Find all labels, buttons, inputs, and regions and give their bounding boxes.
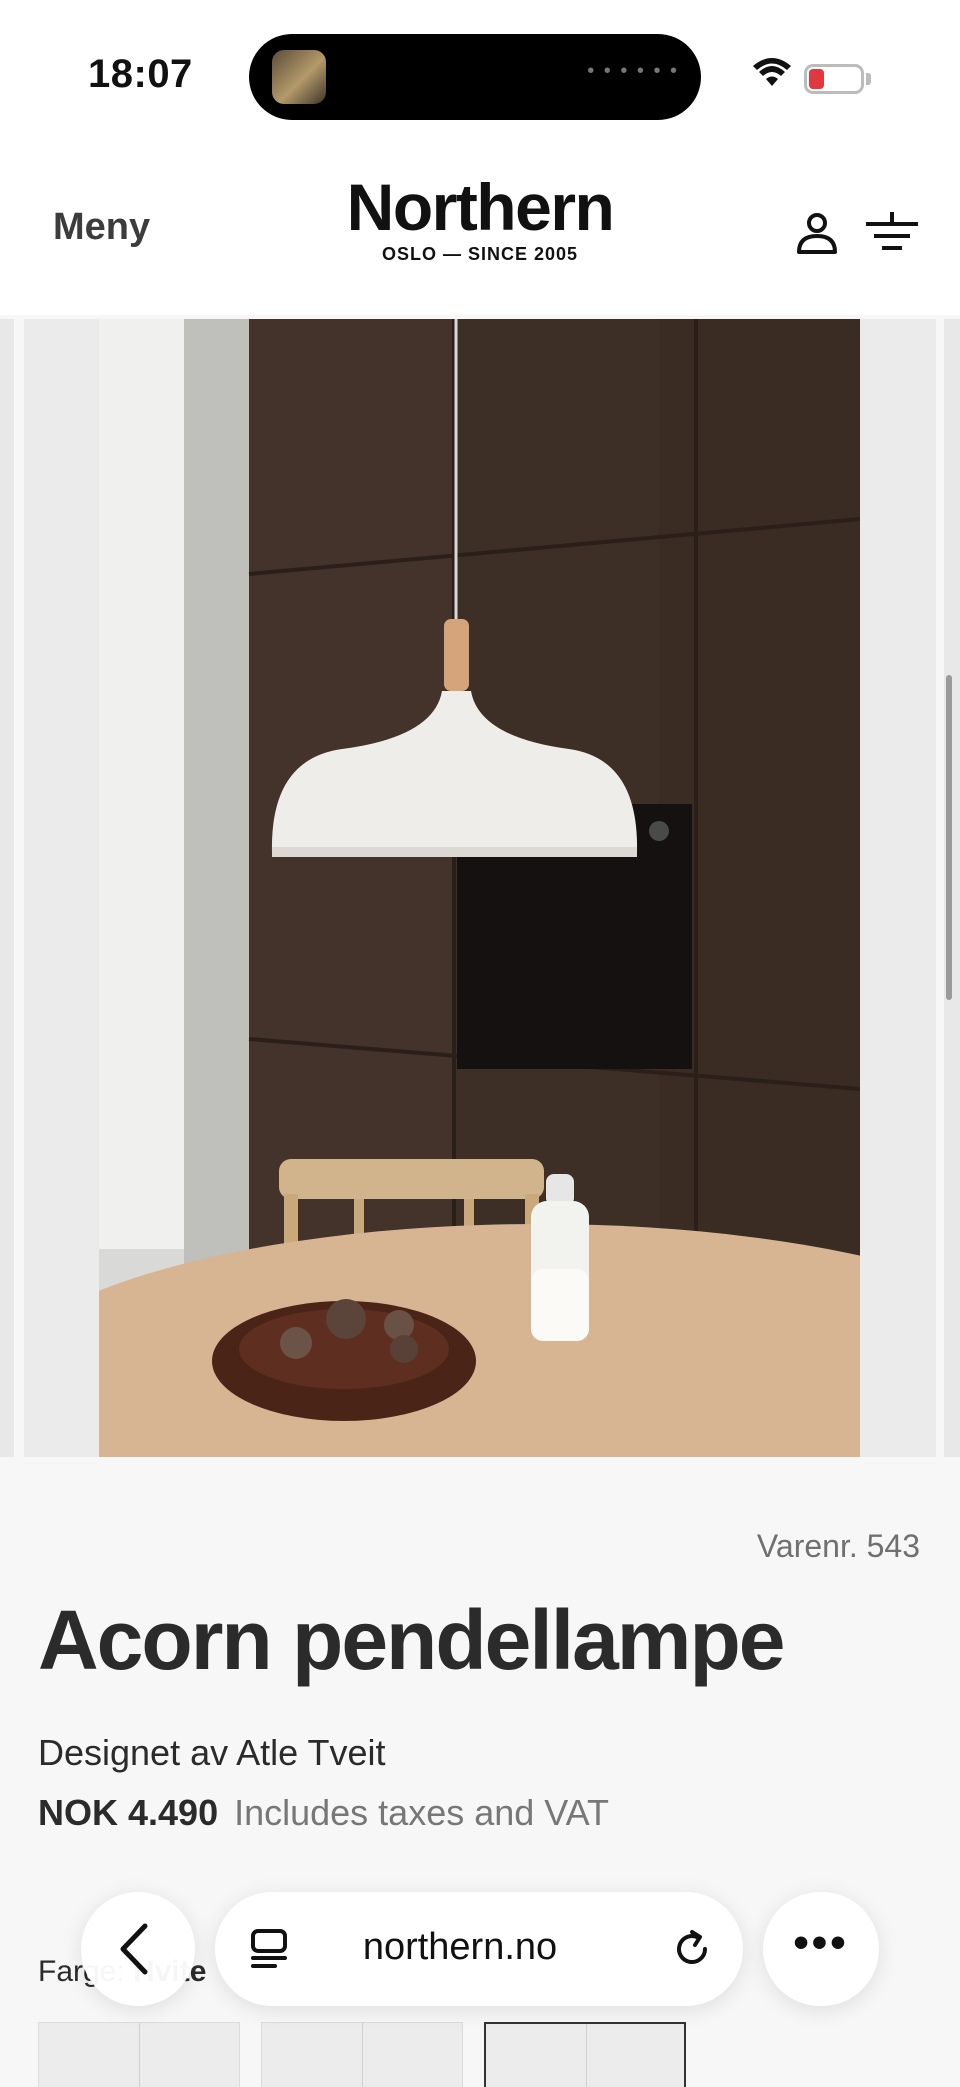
back-icon [120,1923,148,1975]
wifi-icon [753,58,791,86]
vat-note: Includes taxes and VAT [234,1792,609,1833]
dynamic-island[interactable]: • • • • • • [249,34,701,120]
gallery-previous-slide[interactable] [0,319,14,1457]
price-row: NOK 4.490 Includes taxes and VAT [38,1792,609,1834]
product-image[interactable] [99,319,860,1457]
browser-back-button[interactable] [81,1892,195,2006]
reload-icon[interactable] [671,1928,713,1970]
browser-url[interactable]: northern.no [320,1926,600,1969]
swatch-divider [139,2023,140,2087]
battery-level: 16 [822,68,846,90]
site-logo[interactable]: Northern OSLO — SINCE 2005 [330,172,630,265]
logo-tagline: OSLO — SINCE 2005 [381,244,579,264]
status-bar: 18:07 • • • • • • 16 [0,0,960,150]
color-swatch[interactable] [38,2022,240,2087]
page-scrollbar[interactable] [946,675,952,1000]
status-time: 18:07 [88,52,193,96]
product-price: NOK 4.490 [38,1792,219,1833]
filter-icon[interactable] [864,208,920,258]
tabs-icon[interactable] [249,1928,289,1970]
product-gallery[interactable] [0,315,960,1457]
more-icon: ••• [793,1918,849,1967]
logo-name: Northern [346,170,615,244]
product-title: Acorn pendellampe [38,1593,786,1687]
battery-icon: 16 [804,64,864,94]
island-activity-indicator: • • • • • • [587,60,679,82]
browser-more-button[interactable]: ••• [763,1892,879,2006]
product-designer[interactable]: Designet av Atle Tveit [38,1732,386,1774]
battery-cap [866,73,871,85]
color-swatch-selected[interactable] [484,2022,686,2087]
menu-button[interactable]: Meny [53,206,150,249]
site-header: Meny Northern OSLO — SINCE 2005 [0,150,960,315]
now-playing-thumbnail[interactable] [272,50,326,104]
swatch-divider [362,2023,363,2087]
product-sku: Varenr. 543 [756,1528,920,1564]
swatch-divider [586,2024,587,2087]
browser-address-bar[interactable]: northern.no [215,1892,743,2006]
color-swatch[interactable] [261,2022,463,2087]
user-icon[interactable] [792,208,842,258]
